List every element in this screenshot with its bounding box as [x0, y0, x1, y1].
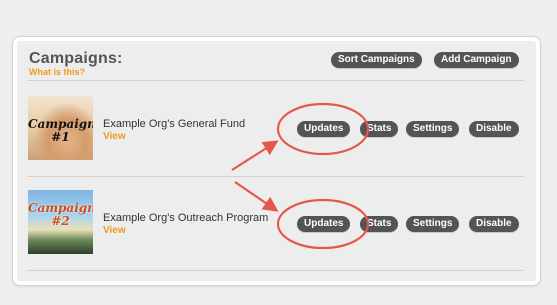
- updates-button[interactable]: Updates: [297, 121, 351, 137]
- divider: [27, 270, 524, 271]
- stats-button[interactable]: Stats: [360, 121, 399, 137]
- thumbnail-caption: Campaign #2: [28, 201, 93, 228]
- thumbnail-caption: Campaign #1: [28, 117, 93, 144]
- view-link[interactable]: View: [103, 131, 126, 142]
- view-link[interactable]: View: [103, 225, 126, 236]
- divider: [27, 80, 524, 81]
- help-link[interactable]: What is this?: [29, 67, 85, 77]
- settings-button[interactable]: Settings: [406, 121, 460, 137]
- campaign-thumbnail: Campaign #1: [28, 96, 93, 160]
- campaign-thumbnail: Campaign #2: [28, 190, 93, 254]
- sort-campaigns-button[interactable]: Sort Campaigns: [331, 52, 422, 68]
- settings-button[interactable]: Settings: [406, 216, 460, 232]
- campaign-name: Example Org's Outreach Program: [103, 212, 269, 224]
- campaign-name: Example Org's General Fund: [103, 118, 246, 130]
- page-title: Campaigns:: [29, 50, 123, 67]
- updates-button[interactable]: Updates: [297, 216, 351, 232]
- add-campaign-button[interactable]: Add Campaign: [434, 52, 519, 68]
- stats-button[interactable]: Stats: [360, 216, 399, 232]
- disable-button[interactable]: Disable: [469, 121, 519, 137]
- disable-button[interactable]: Disable: [469, 216, 519, 232]
- divider: [27, 176, 524, 177]
